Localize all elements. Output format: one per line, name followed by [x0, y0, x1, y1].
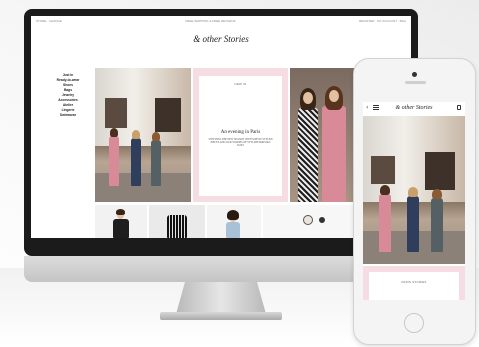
mobile-phone: ‹ & other Stories PARIS STORIES — [353, 58, 476, 345]
home-button[interactable] — [404, 313, 424, 333]
account-links[interactable]: REGISTER · MY ACCOUNT · BAG — [359, 19, 406, 23]
bag-icon[interactable] — [457, 105, 461, 110]
campaign-photo-street[interactable] — [95, 68, 191, 202]
product-thumb-4[interactable] — [263, 205, 357, 238]
mobile-screen: ‹ & other Stories PARIS STORIES — [363, 102, 465, 300]
phone-speaker — [405, 81, 426, 84]
monitor-stand-foot — [160, 312, 282, 320]
campaign-photo-duo[interactable] — [290, 68, 357, 202]
mobile-article-card: PARIS STORIES — [369, 272, 459, 300]
article-card: NEW IN An evening in Paris STEP INTO THE… — [199, 76, 282, 196]
brand-logo[interactable]: & other Stories — [193, 34, 249, 44]
product-thumb-2[interactable] — [149, 205, 205, 238]
mobile-article-tile[interactable]: PARIS STORIES — [363, 266, 465, 300]
mobile-header: ‹ & other Stories — [363, 102, 465, 114]
mobile-article-kicker: PARIS STORIES — [401, 280, 427, 284]
editorial-article-tile[interactable]: NEW IN An evening in Paris STEP INTO THE… — [193, 68, 288, 202]
menu-icon[interactable] — [373, 105, 379, 110]
product-thumb-1[interactable] — [95, 205, 147, 238]
mobile-campaign-photo[interactable] — [363, 116, 465, 264]
store-link[interactable]: STORE · CHANGE — [36, 19, 62, 23]
category-sidebar: Just In Ready-to-wear Shoes Bags Jewelry… — [49, 73, 87, 118]
desktop-top-bar: STORE · CHANGE FREE SHIPPING & FREE RETU… — [31, 16, 411, 26]
monitor-stand-neck — [176, 282, 266, 314]
sidebar-item-swimwear[interactable]: Swimwear — [49, 113, 87, 118]
shipping-banner: FREE SHIPPING & FREE RETURNS — [185, 19, 236, 23]
article-title[interactable]: An evening in Paris — [199, 130, 282, 135]
back-arrow-icon[interactable]: ‹ — [366, 104, 368, 111]
product-thumb-3[interactable] — [207, 205, 261, 238]
article-body: STEP INTO THE NEW SEASON WITH SUBTLY STY… — [208, 138, 273, 148]
desktop-header: & other Stories — [31, 30, 411, 48]
article-kicker: NEW IN — [234, 82, 247, 86]
phone-camera — [412, 72, 417, 77]
